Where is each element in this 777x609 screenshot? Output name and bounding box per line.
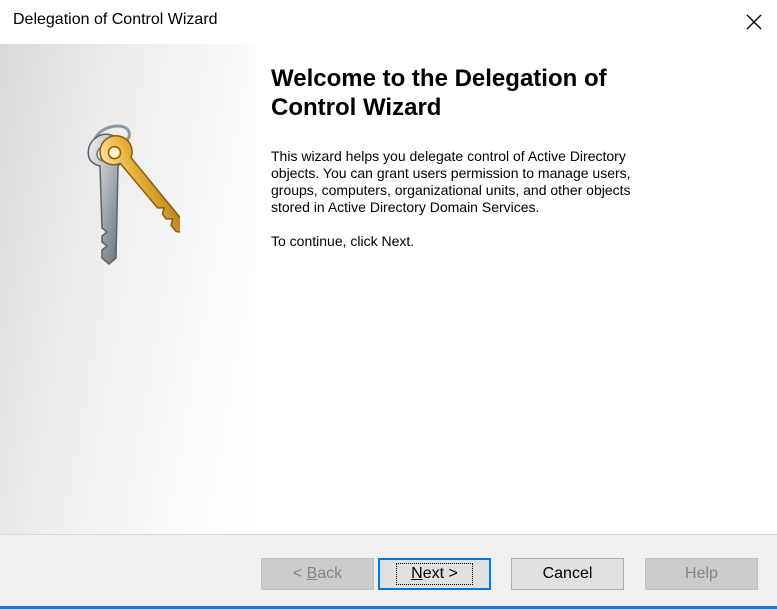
wizard-main: Welcome to the Delegation of Control Wiz… bbox=[271, 64, 751, 250]
wizard-content: Welcome to the Delegation of Control Wiz… bbox=[0, 44, 777, 534]
continue-instruction: To continue, click Next. bbox=[271, 233, 415, 249]
keys-icon bbox=[87, 124, 180, 265]
wizard-side-banner bbox=[0, 44, 256, 534]
button-bar: < Back Next > Cancel Help bbox=[0, 535, 777, 606]
cancel-button-label: Cancel bbox=[542, 565, 593, 582]
back-button[interactable]: < Back bbox=[261, 558, 374, 590]
help-button-label: Help bbox=[685, 565, 718, 582]
help-button[interactable]: Help bbox=[645, 558, 758, 590]
next-button-label: Next > bbox=[396, 563, 473, 585]
wizard-window: Delegation of Control Wizard Welcome to … bbox=[0, 0, 777, 609]
close-button[interactable] bbox=[731, 0, 777, 44]
window-title: Delegation of Control Wizard bbox=[13, 11, 218, 28]
title-bar: Delegation of Control Wizard bbox=[0, 0, 777, 44]
back-button-label: < Back bbox=[292, 565, 343, 582]
next-button[interactable]: Next > bbox=[378, 558, 491, 590]
close-icon bbox=[746, 14, 762, 30]
wizard-description: This wizard helps you delegate control o… bbox=[271, 148, 631, 215]
page-title: Welcome to the Delegation of Control Wiz… bbox=[271, 65, 607, 121]
cancel-button[interactable]: Cancel bbox=[511, 558, 624, 590]
